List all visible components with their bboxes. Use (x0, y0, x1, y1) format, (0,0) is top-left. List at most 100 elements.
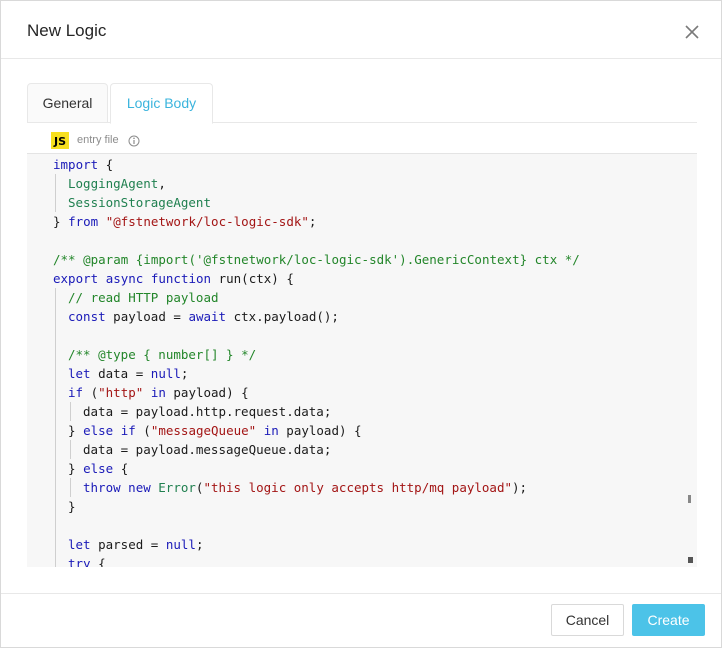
indent-guide (55, 288, 56, 307)
cancel-button[interactable]: Cancel (551, 604, 624, 636)
indent-guide (55, 459, 56, 478)
code-token: function (150, 271, 212, 286)
indent-guide (55, 326, 56, 345)
indent-guide (55, 174, 56, 193)
code-line: /** @type { number[] } */ (53, 345, 580, 364)
code-token: async (105, 271, 144, 286)
code-line: } else { (53, 459, 580, 478)
indent-guide (55, 421, 56, 440)
code-token: { (113, 461, 129, 476)
code-token: if (120, 423, 136, 438)
code-token: } (68, 499, 76, 514)
scrollbar-thumb[interactable] (688, 557, 693, 563)
dialog-title: New Logic (27, 21, 107, 40)
create-button[interactable]: Create (632, 604, 705, 636)
code-token: await (188, 309, 227, 324)
indent-guide (55, 440, 56, 459)
code-token: if (68, 385, 84, 400)
code-token: const (68, 309, 106, 324)
code-token: try (68, 556, 91, 567)
editor-scrollbar[interactable] (687, 154, 697, 566)
code-token: payload) { (165, 385, 249, 400)
tab-logic-body[interactable]: Logic Body (110, 83, 213, 124)
code-line: } (53, 497, 580, 516)
code-token: null (165, 537, 196, 552)
code-token: null (150, 366, 181, 381)
code-token: run(ctx) { (211, 271, 294, 286)
code-token: ( (135, 423, 151, 438)
code-token: parsed = (90, 537, 166, 552)
indent-guide (70, 478, 71, 497)
indent-guide (55, 345, 56, 364)
code-token: ctx.payload(); (226, 309, 339, 324)
code-token: from (68, 214, 99, 229)
code-token: ); (512, 480, 528, 495)
code-line: if ("http" in payload) { (53, 383, 580, 402)
code-token: throw (83, 480, 121, 495)
js-file-icon: JS (51, 132, 69, 149)
code-line: // read HTTP payload (53, 288, 580, 307)
code-token: ; (180, 366, 189, 381)
code-token: } (68, 423, 84, 438)
code-line: SessionStorageAgent (53, 193, 580, 212)
indent-guide (55, 193, 56, 212)
indent-guide (55, 383, 56, 402)
code-token: data = payload.http.request.data; (83, 404, 332, 419)
code-token: { (98, 157, 114, 172)
code-token: } (68, 461, 84, 476)
indent-guide (55, 364, 56, 383)
code-line: LoggingAgent, (53, 174, 580, 193)
code-line: let data = null; (53, 364, 580, 383)
code-line (53, 326, 580, 345)
code-line: const payload = await ctx.payload(); (53, 307, 580, 326)
code-token: Error (158, 480, 196, 495)
tab-general[interactable]: General (27, 83, 108, 123)
code-content[interactable]: import { LoggingAgent, SessionStorageAgent… (53, 155, 580, 567)
code-line: data = payload.messageQueue.data; (53, 440, 580, 459)
indent-guide (55, 497, 56, 516)
dialog-footer: Cancel Create (1, 593, 721, 647)
code-line: data = payload.http.request.data; (53, 402, 580, 421)
entry-file-bar: JS entry file (27, 129, 697, 153)
code-line: } from "@fstnetwork/loc-logic-sdk"; (53, 212, 580, 231)
code-token: "this logic only accepts http/mq payload… (203, 480, 513, 495)
code-token: ; (308, 214, 317, 229)
code-token: , (158, 176, 166, 191)
code-line: export async function run(ctx) { (53, 269, 580, 288)
indent-guide (55, 307, 56, 326)
indent-guide (55, 402, 56, 421)
info-icon[interactable] (128, 134, 140, 147)
code-token: payload) { (278, 423, 362, 438)
code-token: } (53, 214, 69, 229)
scrollbar-marker (688, 495, 691, 503)
code-token: ; (195, 537, 204, 552)
code-editor[interactable]: import { LoggingAgent, SessionStorageAgent… (27, 153, 697, 567)
close-icon[interactable] (681, 21, 703, 43)
code-line: let parsed = null; (53, 535, 580, 554)
code-token: payload = (105, 309, 189, 324)
code-token: SessionStorageAgent (68, 195, 211, 210)
indent-guide (55, 554, 56, 567)
code-token: else (83, 423, 114, 438)
code-token: ( (83, 385, 99, 400)
indent-guide (70, 402, 71, 421)
code-line: /** @param {import('@fstnetwork/loc-logi… (53, 250, 580, 269)
code-token: { (90, 556, 106, 567)
indent-guide (55, 516, 56, 535)
code-token: let (68, 366, 91, 381)
indent-guide (55, 478, 56, 497)
code-token: /** @param {import('@fstnetwork/loc-logi… (53, 252, 580, 267)
entry-file-label: entry file (77, 134, 119, 146)
code-token: let (68, 537, 91, 552)
indent-guide (70, 440, 71, 459)
new-logic-dialog: New Logic General Logic Body JS entry fi… (0, 0, 722, 648)
code-token: in (150, 385, 166, 400)
js-badge-text: JS (53, 135, 66, 148)
code-token: import (53, 157, 99, 172)
